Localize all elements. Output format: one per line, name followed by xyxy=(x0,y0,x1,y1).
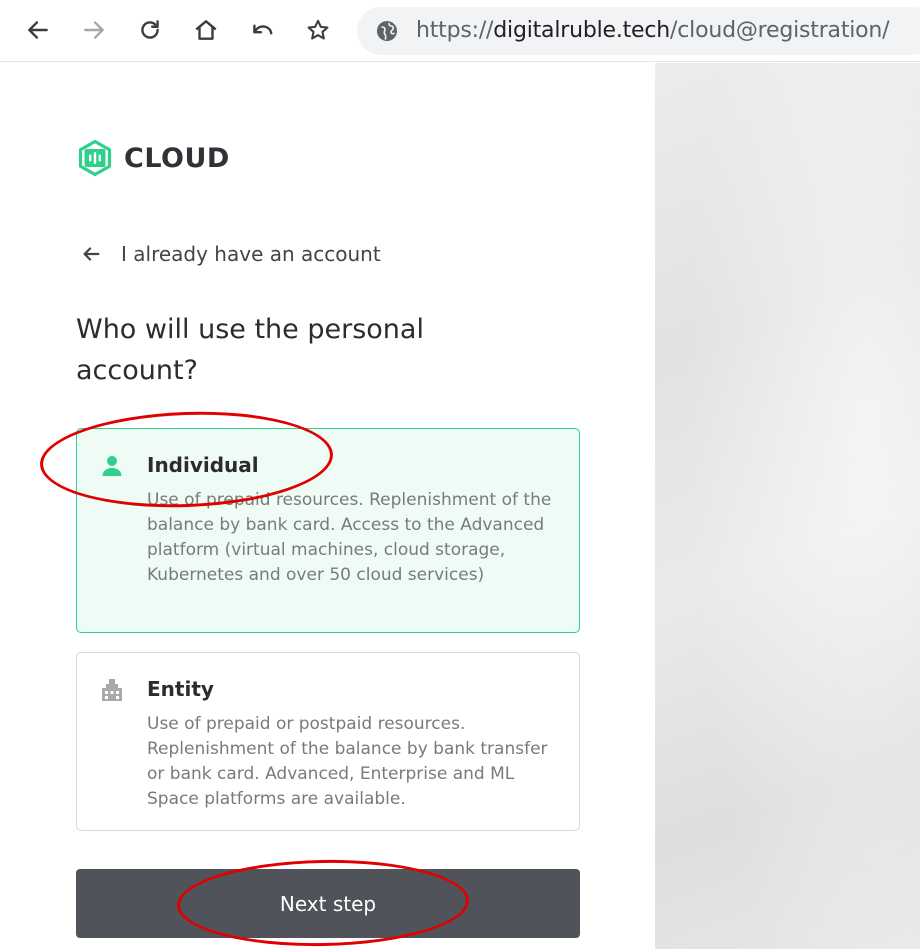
option-card-entity[interactable]: Entity Use of prepaid or postpaid resour… xyxy=(76,652,580,831)
forward-arrow-icon[interactable] xyxy=(74,10,114,50)
globe-icon xyxy=(377,21,397,41)
option-description: Use of prepaid resources. Replenishment … xyxy=(147,490,552,585)
url-domain: digitalruble.tech xyxy=(493,18,671,43)
home-icon[interactable] xyxy=(186,10,226,50)
logo: CLOUD xyxy=(76,139,230,177)
reload-icon[interactable] xyxy=(130,10,170,50)
brand-name: CLOUD xyxy=(124,142,230,174)
option-title: Entity xyxy=(147,677,214,701)
undo-icon[interactable] xyxy=(242,10,282,50)
address-bar[interactable]: https://digitalruble.tech/cloud@registra… xyxy=(357,7,920,55)
option-card-individual[interactable]: Individual Use of prepaid resources. Rep… xyxy=(76,428,580,633)
next-step-label: Next step xyxy=(279,891,377,916)
page-heading: Who will use the personal account? xyxy=(76,314,424,386)
already-have-account-link[interactable]: I already have an account xyxy=(80,242,381,266)
back-link-label: I already have an account xyxy=(121,242,381,266)
building-icon xyxy=(102,679,122,701)
url-text[interactable]: https://digitalruble.tech/cloud@registra… xyxy=(416,18,890,43)
back-arrow-icon xyxy=(83,247,100,261)
option-description: Use of prepaid or postpaid resources. Re… xyxy=(147,714,548,809)
url-scheme: https:// xyxy=(416,18,494,43)
next-step-button[interactable]: Next step xyxy=(76,869,580,938)
cloud-logo-icon xyxy=(78,139,112,177)
person-icon xyxy=(102,456,122,476)
back-arrow-icon[interactable] xyxy=(18,10,58,50)
star-icon[interactable] xyxy=(298,10,338,50)
url-path: /cloud@registration/ xyxy=(670,18,890,43)
option-title: Individual xyxy=(147,453,259,477)
browser-toolbar: https://digitalruble.tech/cloud@registra… xyxy=(0,0,920,62)
decorative-side-panel xyxy=(655,63,920,949)
